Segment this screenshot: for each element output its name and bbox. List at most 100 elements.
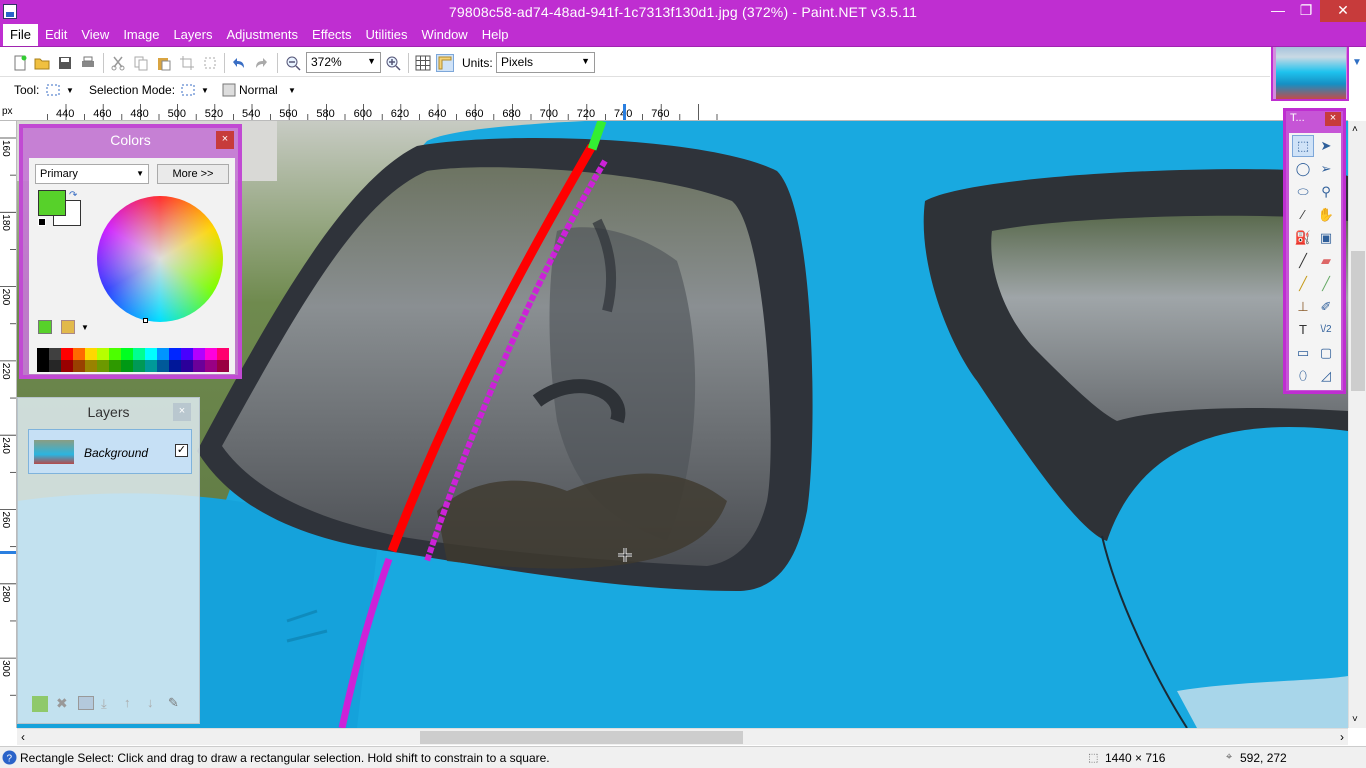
rectangle-select-icon[interactable] xyxy=(46,83,60,97)
image-list-dropdown-icon[interactable]: ▼ xyxy=(1352,57,1362,68)
color-wheel-marker[interactable] xyxy=(143,318,148,323)
maximize-button[interactable]: ❐ xyxy=(1292,0,1320,22)
scroll-down-icon[interactable]: ˅ xyxy=(1352,714,1358,725)
cut-icon[interactable] xyxy=(110,55,126,71)
palette-swatch[interactable] xyxy=(61,348,73,360)
blend-mode-icon[interactable] xyxy=(222,83,236,97)
rulers-icon[interactable] xyxy=(436,54,454,72)
palette-swatch[interactable] xyxy=(37,360,49,372)
swap-colors-icon[interactable]: ↷ xyxy=(69,190,77,201)
horizontal-scrollbar[interactable]: ‹ › xyxy=(17,728,1348,745)
color-palette[interactable] xyxy=(37,348,229,372)
menu-image[interactable]: Image xyxy=(116,24,166,46)
blend-mode-value[interactable]: Normal xyxy=(239,83,278,97)
chevron-down-icon[interactable]: ▼ xyxy=(81,323,89,332)
layer-properties-icon[interactable]: ✎ xyxy=(168,695,179,711)
palette-swatch[interactable] xyxy=(193,348,205,360)
units-combobox[interactable]: Pixels ▼ xyxy=(496,52,595,73)
zoom-combobox[interactable]: 372% ▼ xyxy=(306,52,381,73)
delete-layer-icon[interactable]: ✖ xyxy=(56,695,68,712)
minimize-button[interactable]: — xyxy=(1264,0,1292,22)
freeform-shape-icon[interactable]: ◿ xyxy=(1316,366,1336,386)
more-button[interactable]: More >> xyxy=(157,164,229,184)
grid-icon[interactable] xyxy=(415,55,431,71)
palette-swatch[interactable] xyxy=(217,348,229,360)
gradient-icon[interactable]: ▣ xyxy=(1316,228,1336,248)
color-picker-icon[interactable]: ╱ xyxy=(1316,274,1336,294)
menu-edit[interactable]: Edit xyxy=(38,24,74,46)
clone-stamp-icon[interactable]: ⊥ xyxy=(1293,297,1313,317)
vertical-scrollbar[interactable]: ˄ ˅ xyxy=(1348,121,1366,728)
redo-icon[interactable] xyxy=(254,55,270,71)
palette-swatch[interactable] xyxy=(217,360,229,372)
close-icon[interactable]: × xyxy=(1325,112,1341,126)
paste-icon[interactable] xyxy=(156,55,172,71)
open-file-icon[interactable] xyxy=(34,55,50,71)
zoom-in-icon[interactable] xyxy=(385,55,401,71)
add-layer-icon[interactable] xyxy=(32,696,48,712)
color-wheel[interactable] xyxy=(97,196,223,322)
crop-icon[interactable] xyxy=(179,55,195,71)
layer-visibility-checkbox[interactable]: ✓ xyxy=(175,444,188,457)
rectangle-select-tool-icon[interactable]: ⬚ xyxy=(1292,135,1314,157)
palette-swatch[interactable] xyxy=(193,360,205,372)
palette-swatch[interactable] xyxy=(37,348,49,360)
duplicate-layer-icon[interactable] xyxy=(78,696,94,710)
menu-utilities[interactable]: Utilities xyxy=(359,24,415,46)
chevron-down-icon[interactable]: ▼ xyxy=(201,86,209,95)
palette-swatch[interactable] xyxy=(49,348,61,360)
palette-swatch[interactable] xyxy=(85,348,97,360)
palette-swatch[interactable] xyxy=(97,348,109,360)
palette-swatch[interactable] xyxy=(181,360,193,372)
new-file-icon[interactable] xyxy=(12,55,28,71)
selection-mode-icon[interactable] xyxy=(181,83,195,97)
menu-layers[interactable]: Layers xyxy=(166,24,219,46)
print-icon[interactable] xyxy=(80,55,96,71)
undo-icon[interactable] xyxy=(230,55,246,71)
menu-window[interactable]: Window xyxy=(414,24,474,46)
magic-wand-icon[interactable]: ⁄ xyxy=(1293,205,1313,225)
vertical-scroll-thumb[interactable] xyxy=(1351,251,1365,391)
scroll-up-icon[interactable]: ˄ xyxy=(1352,124,1358,135)
zoom-tool-icon[interactable]: ⚲ xyxy=(1316,182,1336,202)
palette-swatch[interactable] xyxy=(169,360,181,372)
lasso-select-icon[interactable]: ◯ xyxy=(1293,159,1313,179)
reset-colors-icon[interactable] xyxy=(38,218,46,226)
rectangle-tool-icon[interactable]: ▭ xyxy=(1293,343,1313,363)
palette-swatch[interactable] xyxy=(205,360,217,372)
palette-swatch[interactable] xyxy=(157,348,169,360)
menu-file[interactable]: File xyxy=(3,24,38,46)
chevron-down-icon[interactable]: ▼ xyxy=(66,86,74,95)
palette-swatch[interactable] xyxy=(169,348,181,360)
palette-swatch[interactable] xyxy=(145,360,157,372)
palette-swatch[interactable] xyxy=(85,360,97,372)
copy-icon[interactable] xyxy=(133,55,149,71)
palette-swatch[interactable] xyxy=(145,348,157,360)
move-layer-down-icon[interactable]: ↓ xyxy=(147,695,154,710)
close-icon[interactable]: × xyxy=(216,131,234,149)
line-curve-icon[interactable]: \/2 xyxy=(1316,320,1336,340)
palette-swatch[interactable] xyxy=(109,360,121,372)
palette-swatch[interactable] xyxy=(109,348,121,360)
palette-swatch[interactable] xyxy=(205,348,217,360)
palette-swatch[interactable] xyxy=(73,360,85,372)
palette-swatch[interactable] xyxy=(121,360,133,372)
rounded-rectangle-icon[interactable]: ▢ xyxy=(1316,343,1336,363)
paintbrush-icon[interactable]: ╱ xyxy=(1293,251,1313,271)
close-icon[interactable]: × xyxy=(173,403,191,421)
palette-swatch[interactable] xyxy=(181,348,193,360)
palette-swatch[interactable] xyxy=(49,360,61,372)
menu-effects[interactable]: Effects xyxy=(305,24,359,46)
palette-swatch[interactable] xyxy=(133,360,145,372)
deselect-icon[interactable] xyxy=(202,55,218,71)
scroll-right-icon[interactable]: › xyxy=(1340,730,1344,744)
close-button[interactable]: ✕ xyxy=(1320,0,1366,22)
eraser-icon[interactable]: ▰ xyxy=(1316,251,1336,271)
menu-view[interactable]: View xyxy=(74,24,116,46)
palette-swatch[interactable] xyxy=(121,348,133,360)
menu-help[interactable]: Help xyxy=(475,24,516,46)
ellipse-select-icon[interactable]: ⬭ xyxy=(1293,182,1313,202)
palette-swatch[interactable] xyxy=(157,360,169,372)
pencil-icon[interactable]: ╱ xyxy=(1293,274,1313,294)
zoom-out-icon[interactable] xyxy=(285,55,301,71)
